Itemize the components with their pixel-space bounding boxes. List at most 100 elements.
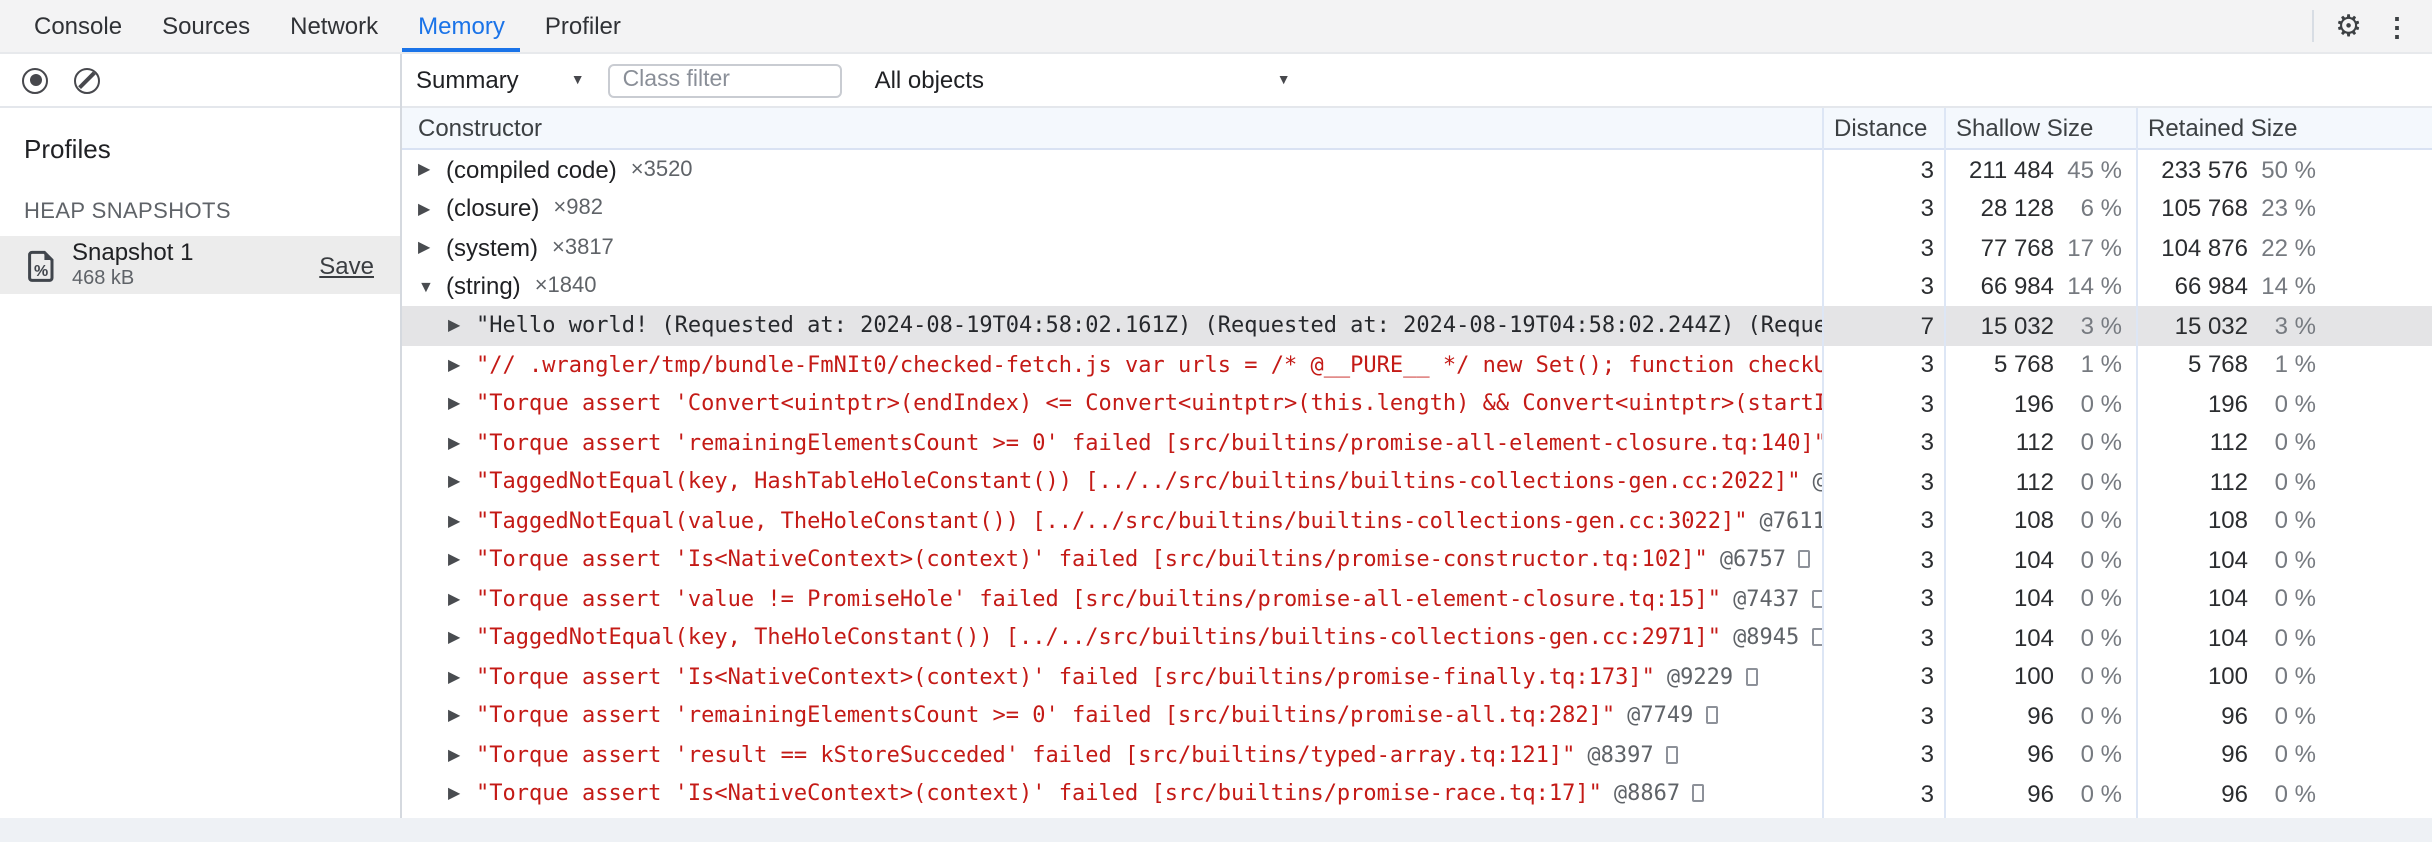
expand-triangle-icon[interactable]: ▶	[448, 668, 476, 686]
memory-toolbar: Summary ▼ All objects ▼	[0, 54, 2432, 108]
class-filter-input[interactable]	[608, 63, 843, 97]
expand-triangle-icon[interactable]: ▶	[448, 356, 476, 374]
string-value: "TaggedNotEqual(key, TheHoleConstant()) …	[476, 624, 1722, 651]
expand-triangle-icon[interactable]: ▶	[448, 317, 476, 335]
table-row[interactable]: ▶ (compiled code) ×3520 3 211 484 45 % 233 576…	[402, 150, 2432, 189]
table-row[interactable]: ▶ "Torque assert 'remainingElementsCount …	[402, 696, 2432, 735]
string-value: "Torque assert 'remainingElementsCount >…	[476, 702, 1616, 729]
retained-size-cell-value: 112	[2209, 428, 2248, 457]
retained-size-cell-value: 15 032	[2174, 311, 2248, 340]
retained-size-cell: 96 0 %	[2136, 780, 2432, 808]
shallow-size-cell-percent: 45 %	[2067, 155, 2122, 184]
clear-slash	[78, 71, 96, 89]
table-row[interactable]: ▶ "Torque assert 'Convert<uintptr>(endInd…	[402, 384, 2432, 423]
column-header-retained-size[interactable]: Retained Size	[2136, 114, 2432, 142]
shallow-size-cell-percent: 0 %	[2080, 701, 2122, 730]
retained-size-cell-percent: 0 %	[2274, 662, 2316, 691]
retained-size-cell: 5 768 1 %	[2136, 351, 2432, 379]
kebab-menu-icon[interactable]: ⋮	[2384, 13, 2410, 39]
retained-size-cell-value: 96	[2221, 701, 2248, 730]
expand-triangle-icon[interactable]: ▶	[448, 551, 476, 569]
expand-triangle-icon[interactable]: ▶	[448, 746, 476, 764]
string-value: "Torque assert 'remainingElementsCount >…	[476, 429, 1822, 456]
table-row[interactable]: ▶ "TaggedNotEqual(key, TheHoleConstant())…	[402, 618, 2432, 657]
shallow-size-cell: 96 0 %	[1944, 780, 2136, 808]
retained-size-cell: 104 876 22 %	[2136, 234, 2432, 262]
distance-cell-value: 3	[1920, 662, 1934, 691]
snapshot-size: 468 kB	[72, 267, 135, 290]
shallow-size-cell: 196 0 %	[1944, 390, 2136, 418]
table-row[interactable]: ▼ (string) ×1840 3 66 984 14 % 66 984 14 %	[402, 267, 2432, 306]
object-scope-select[interactable]: All objects ▼	[875, 66, 1291, 94]
shallow-size-cell-value: 211 484	[1969, 155, 2054, 184]
save-snapshot-link[interactable]: Save	[319, 251, 374, 279]
retained-size-cell-value: 112	[2209, 467, 2248, 496]
table-row[interactable]: ▶ "Torque assert 'value != PromiseHole' f…	[402, 579, 2432, 618]
shallow-size-cell: 15 032 3 %	[1944, 312, 2136, 340]
table-row[interactable]: ▶ "Torque assert 'Is<NativeContext>(conte…	[402, 540, 2432, 579]
collapse-triangle-icon[interactable]: ▼	[418, 278, 446, 296]
table-row[interactable]: ▶ "Torque assert 'remainingElementsCount …	[402, 423, 2432, 462]
expand-triangle-icon[interactable]: ▶	[448, 473, 476, 491]
heap-grid-body: ▶ (compiled code) ×3520 3 211 484 45 % 233 576…	[402, 150, 2432, 818]
object-id: @8397	[1587, 741, 1654, 768]
expand-triangle-icon[interactable]: ▶	[418, 239, 446, 257]
retained-size-cell-percent: 1 %	[2274, 350, 2316, 379]
constructor-name: (string)	[446, 272, 521, 301]
constructor-cell: ▶ "Torque assert 'result == kStoreSuccede…	[402, 742, 1822, 768]
table-row[interactable]: ▶ "TaggedNotEqual(key, HashTableHoleConst…	[402, 462, 2432, 501]
tab-sources[interactable]: Sources	[142, 0, 270, 52]
expand-triangle-icon[interactable]: ▶	[448, 785, 476, 803]
shallow-size-cell-percent: 0 %	[2080, 389, 2122, 418]
tab-network[interactable]: Network	[270, 0, 398, 52]
expand-triangle-icon[interactable]: ▶	[448, 590, 476, 608]
constructor-cell: ▶ (closure) ×982	[402, 195, 1822, 223]
shallow-size-cell-value: 77 768	[1980, 233, 2054, 262]
shallow-size-cell-percent: 0 %	[2080, 467, 2122, 496]
heap-grid-header: Constructor Distance Shallow Size Retain…	[402, 108, 2432, 150]
shallow-size-cell-percent: 1 %	[2080, 350, 2122, 379]
record-heap-snapshot-icon[interactable]	[22, 67, 48, 93]
tab-memory[interactable]: Memory	[398, 0, 525, 52]
tab-console[interactable]: Console	[14, 0, 142, 52]
retained-size-cell: 104 0 %	[2136, 624, 2432, 652]
tab-profiler[interactable]: Profiler	[525, 0, 641, 52]
distance-cell-value: 3	[1920, 623, 1934, 652]
column-header-shallow-size[interactable]: Shallow Size	[1944, 114, 2136, 142]
table-row[interactable]: ▶ "Hello world! (Requested at: 2024-08-19…	[402, 306, 2432, 345]
constructor-cell: ▶ "Torque assert 'Is<NativeContext>(conte…	[402, 664, 1822, 690]
expand-triangle-icon[interactable]: ▶	[448, 707, 476, 725]
shallow-size-cell-value: 196	[2013, 389, 2054, 418]
sidebar-item-snapshot-1[interactable]: % Snapshot 1 468 kB Save	[0, 236, 400, 294]
distance-cell: 7	[1822, 312, 1944, 340]
table-row[interactable]: ▶ "TaggedNotEqual(value, TheHoleConstant(…	[402, 501, 2432, 540]
retained-size-cell-percent: 3 %	[2274, 311, 2316, 340]
perspective-select[interactable]: Summary ▼	[416, 66, 585, 94]
snapshot-view-toolbar: Summary ▼ All objects ▼	[400, 63, 2432, 97]
table-row[interactable]: ▶ (closure) ×982 3 28 128 6 % 105 768 23 %	[402, 189, 2432, 228]
expand-triangle-icon[interactable]: ▶	[448, 512, 476, 530]
table-row[interactable]: ▶ "Torque assert 'result == kStoreSuccede…	[402, 735, 2432, 774]
column-header-constructor[interactable]: Constructor	[402, 114, 1822, 142]
distance-cell: 3	[1822, 273, 1944, 301]
distance-cell-value: 3	[1920, 506, 1934, 535]
expand-triangle-icon[interactable]: ▶	[418, 200, 446, 218]
table-row[interactable]: ▶ "Torque assert 'Is<NativeContext>(conte…	[402, 657, 2432, 696]
shallow-size-cell: 211 484 45 %	[1944, 156, 2136, 184]
column-header-distance[interactable]: Distance	[1822, 114, 1944, 142]
table-row[interactable]: ▶ "Torque assert 'Is<NativeContext>(conte…	[402, 774, 2432, 813]
expand-triangle-icon[interactable]: ▶	[448, 395, 476, 413]
object-scope-value: All objects	[874, 66, 984, 94]
heap-snapshot-grid: Constructor Distance Shallow Size Retain…	[402, 108, 2432, 842]
expand-triangle-icon[interactable]: ▶	[448, 434, 476, 452]
table-row[interactable]: ▶ "// .wrangler/tmp/bundle-FmNIt0/checked…	[402, 345, 2432, 384]
retained-size-cell-value: 104	[2207, 584, 2248, 613]
string-value: "Torque assert 'value != PromiseHole' fa…	[476, 585, 1722, 612]
expand-triangle-icon[interactable]: ▶	[448, 629, 476, 647]
gear-icon[interactable]: ⚙	[2335, 11, 2362, 41]
table-row[interactable]: ▶ (system) ×3817 3 77 768 17 % 104 876 22 %	[402, 228, 2432, 267]
string-value: "// .wrangler/tmp/bundle-FmNIt0/checked-…	[476, 351, 1822, 378]
clear-profiles-icon[interactable]	[74, 67, 100, 93]
expand-triangle-icon[interactable]: ▶	[418, 161, 446, 179]
retained-size-cell-value: 100	[2207, 662, 2248, 691]
